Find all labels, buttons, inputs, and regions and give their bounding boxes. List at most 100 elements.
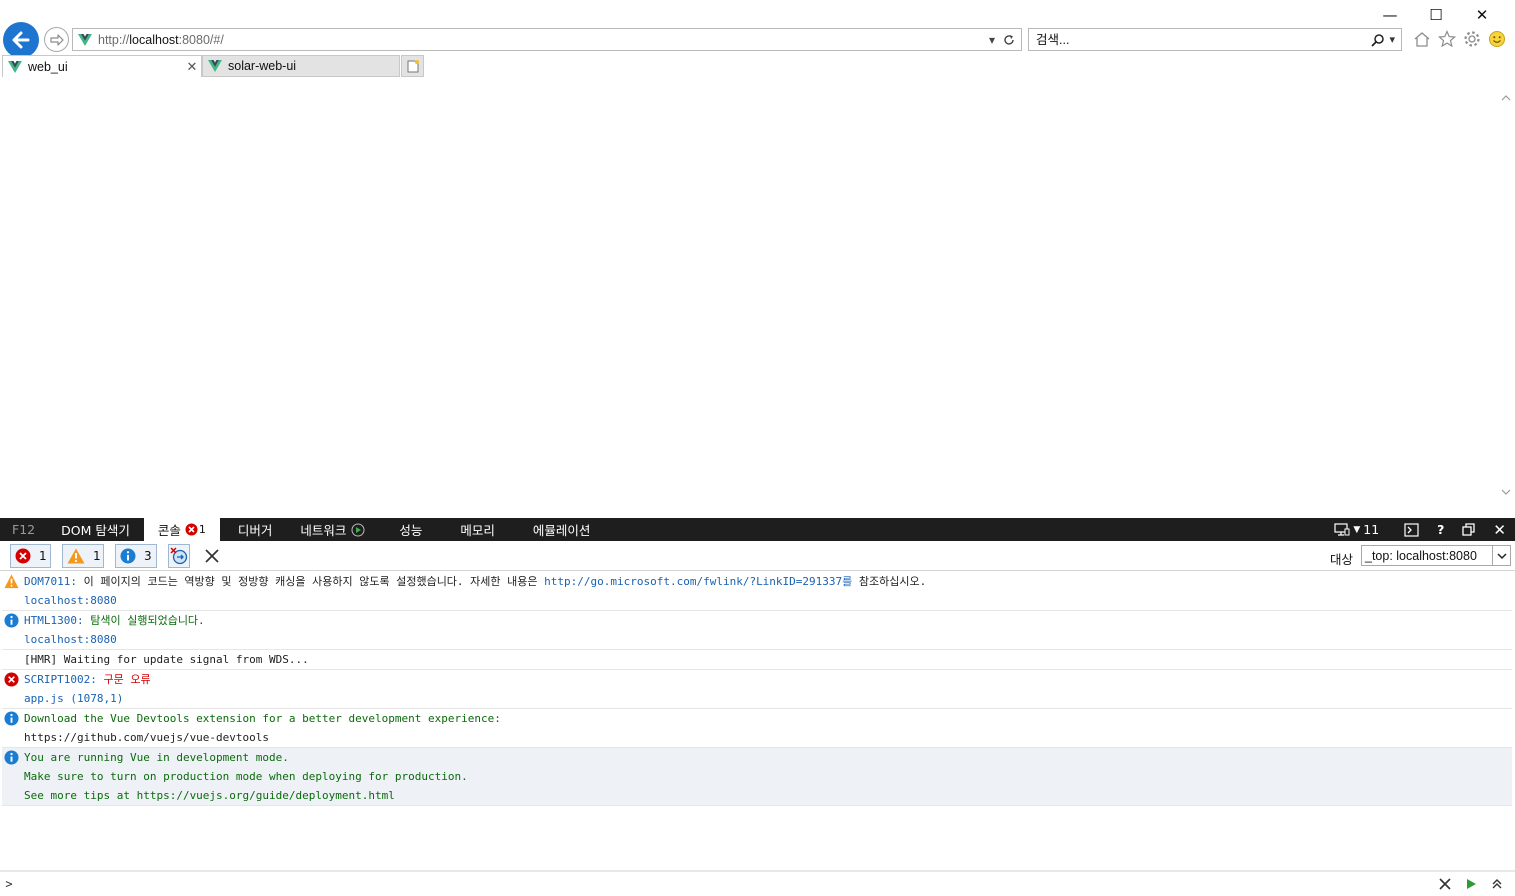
filter-warnings-button[interactable]: 1: [62, 544, 104, 568]
target-value: _top: localhost:8080: [1365, 548, 1477, 563]
info-icon: [4, 613, 19, 628]
feedback-smiley-icon[interactable]: [1487, 28, 1507, 50]
new-tab-icon: [407, 60, 419, 73]
console-message-info[interactable]: You are running Vue in development mode.…: [2, 748, 1512, 806]
filter-errors-button[interactable]: 1: [10, 544, 51, 568]
chevron-down-icon[interactable]: [1492, 546, 1510, 565]
devtools-tab-bar: F12 DOM 탐색기 콘솔 1 디버거 네트워크 성능 메모리 에뮬레이션 ▼…: [0, 518, 1515, 541]
tab-debugger[interactable]: 디버거: [220, 518, 287, 541]
help-icon[interactable]: ?: [1428, 522, 1453, 537]
message-text: 탐색이 실행되었습니다.: [83, 614, 205, 627]
message-link[interactable]: http://go.microsoft.com/fwlink/?LinkID=2…: [544, 575, 842, 588]
tab-console-label: 콘솔: [157, 523, 181, 538]
console-input[interactable]: [18, 874, 1439, 894]
search-box[interactable]: ▾: [1028, 28, 1402, 51]
info-icon: [120, 548, 136, 564]
target-select[interactable]: _top: localhost:8080: [1361, 545, 1511, 566]
message-source[interactable]: localhost:8080: [24, 633, 117, 646]
address-prefix: http://: [98, 32, 130, 47]
document-mode-value: 11: [1363, 522, 1380, 537]
console-message-error[interactable]: SCRIPT1002: 구문 오류 app.js (1078,1): [2, 670, 1512, 709]
settings-gear-icon[interactable]: [1462, 28, 1482, 50]
clear-console-button[interactable]: [202, 546, 222, 566]
close-tab-icon[interactable]: ✕: [183, 59, 201, 75]
back-arrow-icon: [12, 31, 30, 49]
message-text-after: 참조하십시오.: [852, 575, 927, 588]
message-line: See more tips at https://vuejs.org/guide…: [24, 789, 395, 802]
message-line: Download the Vue Devtools extension for …: [24, 712, 501, 725]
warning-icon: [4, 574, 19, 589]
console-message-log[interactable]: [HMR] Waiting for update signal from WDS…: [2, 650, 1512, 670]
run-icon[interactable]: [1465, 878, 1477, 890]
console-message-info[interactable]: HTML1300: 탐색이 실행되었습니다. localhost:8080: [2, 611, 1512, 650]
warning-count: 1: [93, 549, 101, 563]
back-button[interactable]: [3, 22, 39, 58]
address-text[interactable]: http://localhost:8080/#/: [98, 33, 989, 47]
info-count: 3: [144, 549, 152, 563]
clear-on-navigate-button[interactable]: [168, 544, 190, 568]
message-source[interactable]: localhost:8080: [24, 594, 117, 607]
tab-dom-explorer[interactable]: DOM 탐색기: [47, 518, 144, 541]
address-path: :8080/#/: [178, 32, 224, 47]
tab-network-label: 네트워크: [300, 523, 347, 538]
scroll-down-icon[interactable]: [1501, 487, 1511, 497]
message-separator: :: [76, 614, 84, 627]
expand-input-icon[interactable]: [1491, 878, 1503, 890]
message-text: 구문 오류: [96, 673, 151, 686]
console-toolbar: 1 1 3 대상 _top: localhost:8080: [0, 541, 1515, 571]
warning-icon: [67, 548, 85, 564]
favorites-star-icon[interactable]: [1437, 28, 1457, 50]
vue-favicon-icon: [78, 33, 92, 46]
undock-icon[interactable]: [1453, 523, 1484, 536]
devtools-f12-label: F12: [12, 522, 36, 537]
new-tab-button[interactable]: [401, 55, 424, 77]
tab-memory[interactable]: 메모리: [446, 518, 519, 541]
clear-on-navigate-icon: [170, 547, 188, 565]
message-line: https://github.com/vuejs/vue-devtools: [24, 731, 270, 744]
home-icon[interactable]: [1412, 28, 1432, 50]
search-icon[interactable]: [1371, 33, 1385, 47]
message-code: HTML1300: [24, 614, 77, 627]
tab-network[interactable]: 네트워크: [286, 518, 379, 541]
search-input[interactable]: [1029, 29, 1372, 50]
filter-info-button[interactable]: 3: [115, 544, 157, 568]
tab-performance[interactable]: 성능: [379, 518, 446, 541]
tab-emulation[interactable]: 에뮬레이션: [519, 518, 605, 541]
close-devtools-icon[interactable]: ✕: [1484, 521, 1515, 539]
address-host: localhost: [129, 32, 179, 47]
address-bar[interactable]: http://localhost:8080/#/ ▾: [72, 28, 1022, 51]
page-viewport[interactable]: [0, 77, 1515, 516]
message-link-suffix: 를: [842, 575, 853, 588]
tab-label: web_ui: [28, 59, 68, 74]
info-icon: [4, 750, 19, 765]
document-mode-selector[interactable]: ▼ 11: [1325, 522, 1388, 537]
message-text: [HMR] Waiting for update signal from WDS…: [24, 653, 309, 666]
scroll-up-icon[interactable]: [1501, 93, 1511, 103]
tab-web-ui[interactable]: web_ui ✕: [2, 55, 202, 77]
clear-input-icon[interactable]: [1439, 878, 1451, 890]
monitor-icon: [1334, 523, 1350, 536]
navigation-bar: http://localhost:8080/#/ ▾ ▾: [0, 22, 1515, 58]
message-text: 이 페이지의 코드는 역방향 및 정방향 캐싱을 사용하지 않도록 설정했습니다…: [76, 575, 545, 588]
console-toggle-icon[interactable]: [1388, 522, 1428, 537]
refresh-icon[interactable]: [1003, 34, 1015, 46]
console-error-badge: 1: [185, 523, 206, 536]
console-input-bar: >: [0, 870, 1515, 896]
target-label: 대상: [1330, 552, 1354, 567]
error-icon: [185, 523, 198, 536]
message-separator: :: [70, 575, 77, 588]
address-dropdown-icon[interactable]: ▾: [989, 33, 995, 47]
console-log[interactable]: DOM7011: 이 페이지의 코드는 역방향 및 정방향 캐싱을 사용하지 않…: [2, 572, 1512, 806]
tab-label: solar-web-ui: [228, 59, 297, 73]
tab-console[interactable]: 콘솔 1: [143, 518, 220, 541]
console-message-info[interactable]: Download the Vue Devtools extension for …: [2, 709, 1512, 748]
console-message-warning[interactable]: DOM7011: 이 페이지의 코드는 역방향 및 정방향 캐싱을 사용하지 않…: [2, 572, 1512, 611]
message-source[interactable]: app.js (1078,1): [24, 692, 123, 705]
page-scrollbar[interactable]: [1497, 77, 1515, 516]
forward-button[interactable]: [44, 27, 69, 52]
search-dropdown-icon[interactable]: ▾: [1389, 33, 1395, 46]
error-icon: [15, 548, 31, 564]
prompt-icon: >: [5, 877, 13, 891]
tab-solar-web-ui[interactable]: solar-web-ui: [202, 55, 400, 77]
message-code: DOM7011: [24, 575, 71, 588]
